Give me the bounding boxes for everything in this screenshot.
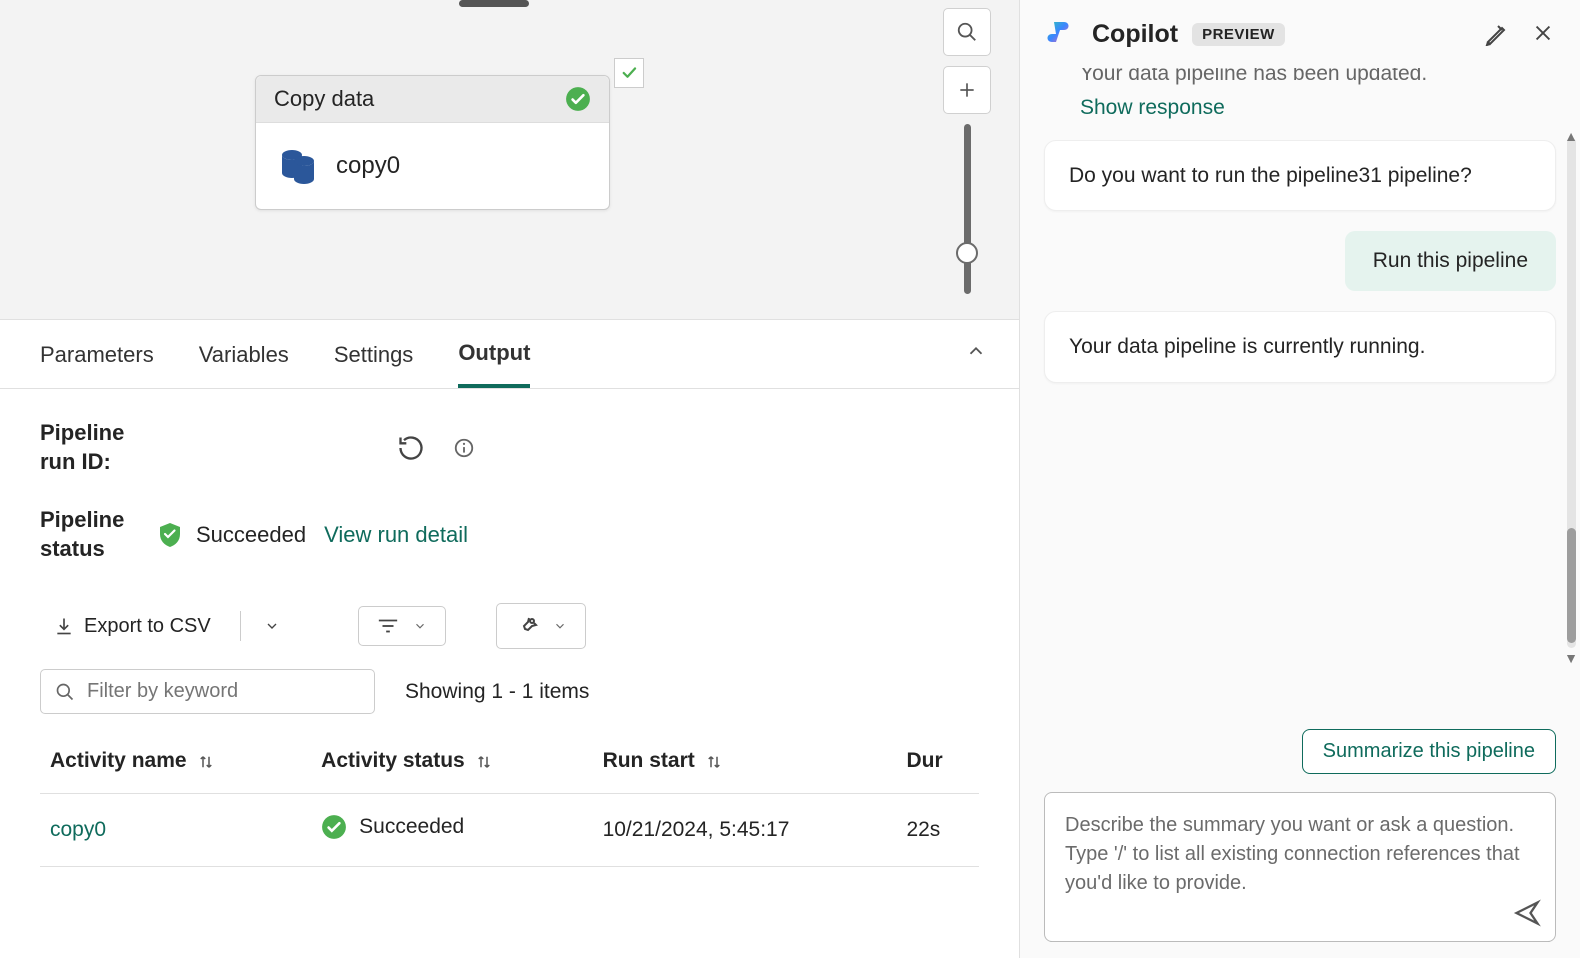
- run-id-label: Pipeline run ID:: [40, 419, 140, 476]
- export-csv-label: Export to CSV: [84, 615, 211, 638]
- filter-input-wrap[interactable]: [40, 669, 375, 714]
- shield-success-icon: [158, 522, 182, 548]
- output-toolbar: Export to CSV: [40, 603, 979, 649]
- success-icon: [565, 86, 591, 112]
- activity-body: copy0: [256, 123, 609, 209]
- cell-activity-name[interactable]: copy0: [40, 794, 311, 867]
- show-response-link[interactable]: Show response: [1080, 96, 1556, 120]
- success-icon: [321, 814, 347, 840]
- activity-name: copy0: [336, 152, 400, 180]
- search-icon: [55, 682, 75, 702]
- cell-duration: 22s: [896, 794, 979, 867]
- cell-run-start: 10/21/2024, 5:45:17: [593, 794, 897, 867]
- collapse-panel-button[interactable]: [965, 340, 987, 362]
- col-duration[interactable]: Dur: [896, 729, 979, 794]
- copilot-panel: Copilot PREVIEW Your data pipeline has b…: [1020, 0, 1580, 958]
- suggestion-row: Summarize this pipeline: [1020, 721, 1580, 782]
- status-value: Succeeded: [196, 522, 306, 548]
- table-row[interactable]: copy0 Succeeded 10/21/2024, 5:45:17 22s: [40, 794, 979, 867]
- col-activity-name[interactable]: Activity name: [40, 729, 311, 794]
- export-dropdown-button[interactable]: [256, 614, 288, 638]
- assistant-message: Do you want to run the pipeline31 pipeli…: [1044, 140, 1556, 211]
- copilot-title: Copilot: [1092, 20, 1178, 49]
- sort-icon: [705, 753, 723, 771]
- info-icon[interactable]: [453, 437, 475, 459]
- col-activity-status[interactable]: Activity status: [311, 729, 592, 794]
- tab-output[interactable]: Output: [458, 340, 530, 388]
- clear-chat-button[interactable]: [1484, 22, 1508, 46]
- preview-badge: PREVIEW: [1192, 23, 1285, 46]
- database-icon: [278, 145, 318, 187]
- status-row: Pipeline status Succeeded View run detai…: [40, 506, 979, 563]
- sort-icon: [197, 753, 215, 771]
- chat-input[interactable]: Describe the summary you want or ask a q…: [1044, 792, 1556, 942]
- chat-placeholder: Describe the summary you want or ask a q…: [1065, 811, 1535, 898]
- status-label: Pipeline status: [40, 506, 140, 563]
- tabs-row: Parameters Variables Settings Output: [0, 320, 1019, 389]
- main-pane: Copy data copy0: [0, 0, 1020, 958]
- pipeline-canvas[interactable]: Copy data copy0: [0, 0, 1019, 320]
- zoom-controls: [943, 8, 991, 294]
- truncated-msg: Your data pipeline has been updated. Sho…: [1044, 72, 1556, 120]
- scroll-up-arrow[interactable]: ▲: [1564, 128, 1578, 144]
- refresh-button[interactable]: [397, 434, 425, 462]
- tab-settings[interactable]: Settings: [334, 342, 414, 386]
- input-wrap: Describe the summary you want or ask a q…: [1020, 782, 1580, 958]
- zoom-in-button[interactable]: [943, 66, 991, 114]
- copilot-header: Copilot PREVIEW: [1020, 0, 1580, 68]
- zoom-handle[interactable]: [956, 242, 978, 264]
- sort-icon: [475, 753, 493, 771]
- filter-row: Showing 1 - 1 items: [40, 669, 979, 714]
- col-run-start[interactable]: Run start: [593, 729, 897, 794]
- chat-area[interactable]: Your data pipeline has been updated. Sho…: [1020, 68, 1580, 721]
- showing-text: Showing 1 - 1 items: [405, 680, 589, 704]
- tab-parameters[interactable]: Parameters: [40, 342, 154, 386]
- activity-header: Copy data: [256, 76, 609, 123]
- user-message: Run this pipeline: [1345, 231, 1556, 291]
- send-button[interactable]: [1513, 899, 1541, 927]
- divider: [240, 611, 241, 641]
- run-id-row: Pipeline run ID:: [40, 419, 979, 476]
- cell-activity-status: Succeeded: [311, 794, 592, 867]
- filter-input[interactable]: [87, 680, 360, 703]
- view-run-detail-link[interactable]: View run detail: [324, 522, 468, 548]
- suggestion-chip[interactable]: Summarize this pipeline: [1302, 729, 1556, 774]
- filter-columns-button[interactable]: [358, 606, 446, 646]
- output-body: Pipeline run ID: Pipeline status Succeed…: [0, 389, 1019, 958]
- scroll-down-arrow[interactable]: ▼: [1564, 650, 1578, 666]
- settings-dropdown-button[interactable]: [496, 603, 586, 649]
- table-header-row: Activity name Activity status Run start …: [40, 729, 979, 794]
- assistant-message: Your data pipeline is currently running.: [1044, 311, 1556, 382]
- activity-success-port[interactable]: [614, 58, 644, 88]
- activity-title: Copy data: [274, 86, 374, 112]
- output-table: Activity name Activity status Run start …: [40, 729, 979, 867]
- status-value-wrap: Succeeded: [158, 522, 306, 548]
- zoom-slider[interactable]: [964, 124, 971, 294]
- export-csv-button[interactable]: Export to CSV: [40, 607, 225, 646]
- close-button[interactable]: [1532, 22, 1554, 46]
- activity-card[interactable]: Copy data copy0: [255, 75, 610, 210]
- tab-variables[interactable]: Variables: [199, 342, 289, 386]
- copilot-logo-icon: [1046, 18, 1078, 50]
- zoom-fit-button[interactable]: [943, 8, 991, 56]
- scrollbar-thumb[interactable]: [1567, 528, 1576, 643]
